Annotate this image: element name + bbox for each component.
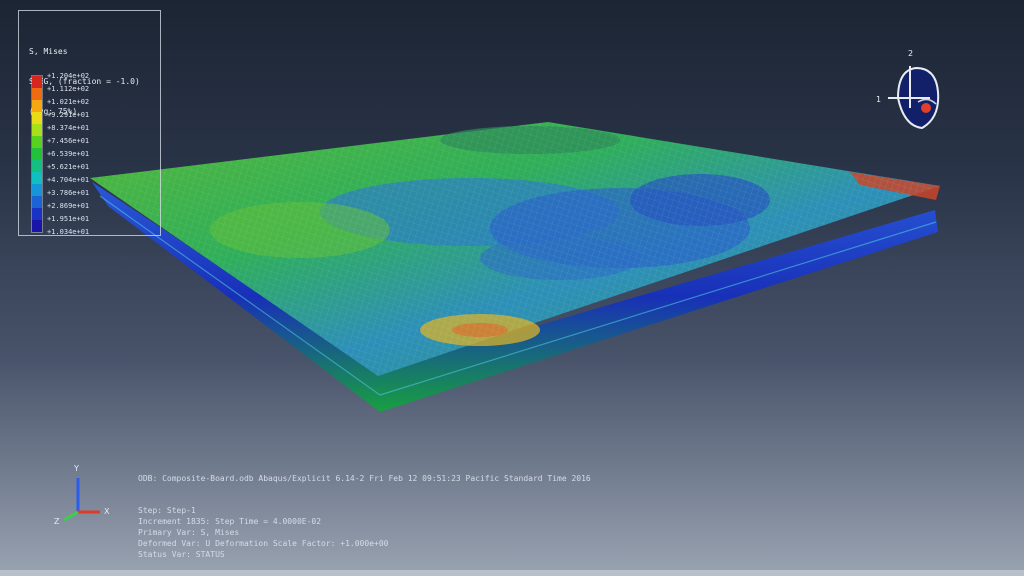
colorbar-segment	[32, 220, 42, 232]
view-orientation-widget[interactable]: 2 1	[874, 46, 960, 146]
colorbar-segment	[32, 100, 42, 112]
legend-level-label: +1.112e+02	[47, 85, 90, 93]
abaqus-viewport[interactable]: S, Mises SNEG, (fraction = -1.0) (Avg: 7…	[0, 0, 1024, 576]
colorbar-segment	[32, 112, 42, 124]
colorbar-segment	[32, 184, 42, 196]
legend-level-label: +1.021e+02	[47, 98, 90, 106]
view-axis-y-label: 2	[908, 49, 913, 58]
colorbar-segment	[32, 88, 42, 100]
legend-colorbar	[31, 75, 43, 233]
triad-z-label: Z	[54, 517, 60, 526]
legend-level-label: +5.621e+01	[47, 163, 90, 171]
legend-level-label: +6.539e+01	[47, 150, 90, 158]
legend-level-label: +8.374e+01	[47, 124, 90, 132]
colorbar-segment	[32, 148, 42, 160]
colorbar-segment	[32, 196, 42, 208]
colorbar-segment	[32, 160, 42, 172]
triad-y-label: Y	[73, 464, 79, 473]
status-var-line: Status Var: STATUS	[138, 550, 225, 559]
deformed-var-line: Deformed Var: U Deformation Scale Factor…	[138, 539, 389, 548]
colorbar-segment	[32, 76, 42, 88]
colorbar-segment	[32, 208, 42, 220]
legend-level-label: +1.204e+02	[47, 72, 90, 80]
legend-level-label: +2.869e+01	[47, 202, 90, 210]
bottom-status-strip	[0, 570, 1024, 576]
step-info-block: Step: Step-1 Increment 1835: Step Time =…	[138, 506, 388, 561]
colorbar-segment	[32, 136, 42, 148]
step-line: Step: Step-1	[138, 506, 196, 515]
legend-title: S, Mises	[29, 47, 68, 56]
legend-level-label: +3.786e+01	[47, 189, 90, 197]
triad-x-label: X	[104, 507, 110, 516]
legend-level-label: +1.034e+01	[47, 228, 90, 236]
increment-line: Increment 1835: Step Time = 4.0000E-02	[138, 517, 322, 526]
contour-legend: S, Mises SNEG, (fraction = -1.0) (Avg: 7…	[18, 10, 161, 236]
legend-level-label: +4.704e+01	[47, 176, 90, 184]
colorbar-segment	[32, 124, 42, 136]
view-axis-x-label: 1	[876, 95, 881, 104]
legend-level-label: +9.291e+01	[47, 111, 90, 119]
odb-info-line: ODB: Composite-Board.odb Abaqus/Explicit…	[138, 474, 591, 483]
legend-level-label: +7.456e+01	[47, 137, 90, 145]
primary-var-line: Primary Var: S, Mises	[138, 528, 240, 537]
coordinate-triad: Y X Z	[52, 462, 112, 526]
legend-level-label: +1.951e+01	[47, 215, 90, 223]
colorbar-segment	[32, 172, 42, 184]
